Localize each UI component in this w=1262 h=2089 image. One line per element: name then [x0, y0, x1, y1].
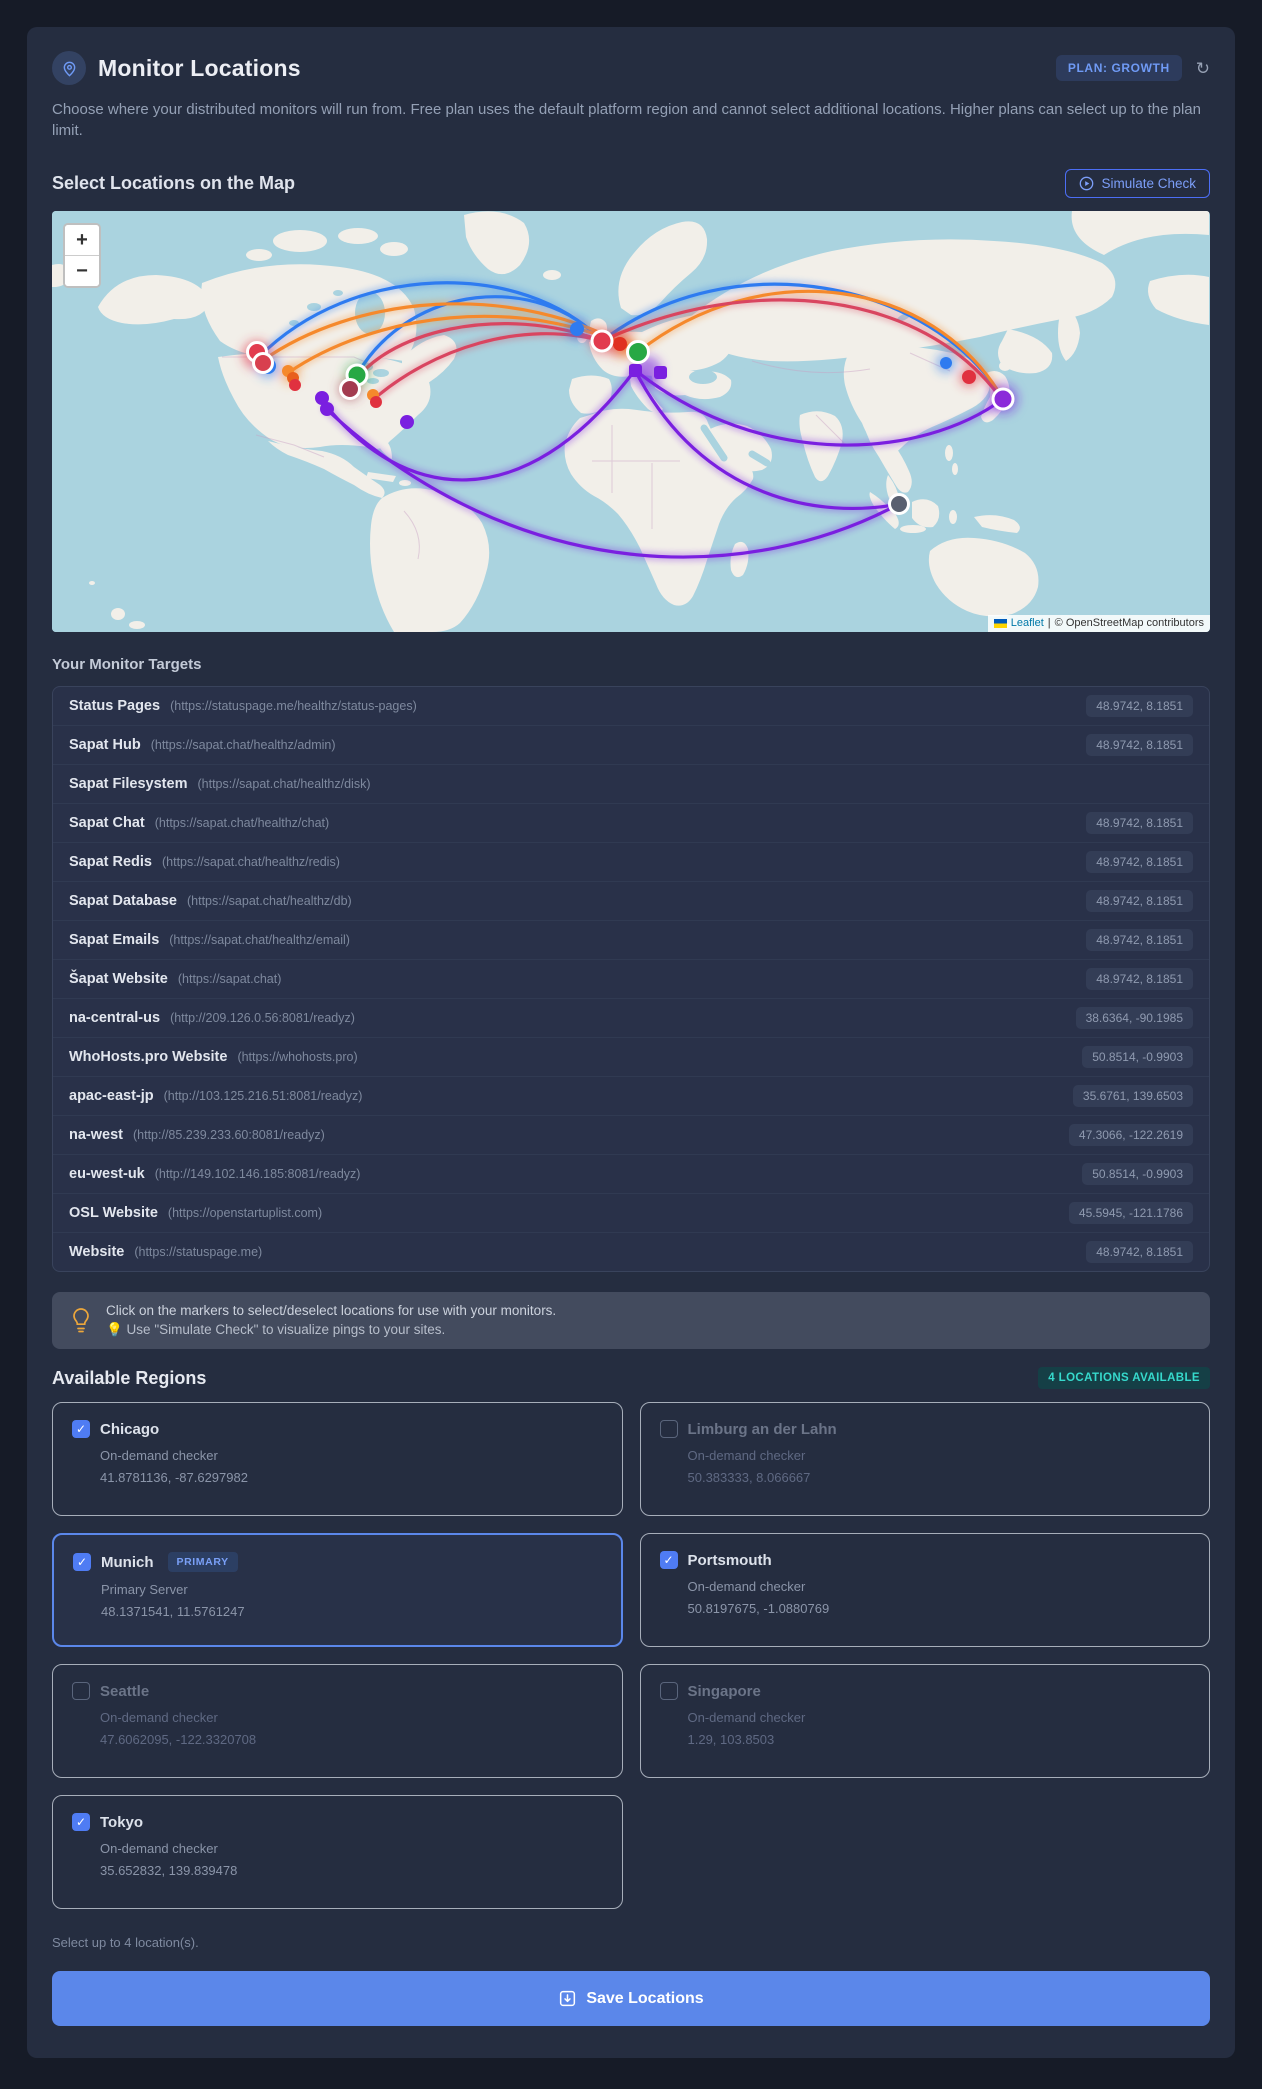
marker-seattle-2	[252, 352, 274, 374]
region-card-seattle[interactable]: Seattle On-demand checker 47.6062095, -1…	[52, 1664, 623, 1778]
map-zoom-control: + −	[63, 223, 101, 288]
region-card-singapore[interactable]: Singapore On-demand checker 1.29, 103.85…	[639, 1664, 1210, 1778]
table-row: apac-east-jp (http://103.125.216.51:8081/…	[53, 1077, 1209, 1116]
tip-box: Click on the markers to select/deselect …	[52, 1292, 1210, 1349]
coords-badge: 48.9742, 8.1851	[1086, 695, 1193, 717]
coords-badge: 48.9742, 8.1851	[1086, 890, 1193, 912]
zoom-in-button[interactable]: +	[65, 225, 99, 256]
coords-badge: 38.6364, -90.1985	[1075, 1007, 1193, 1029]
coords-badge: 48.9742, 8.1851	[1086, 929, 1193, 951]
table-row: Status Pages (https://statuspage.me/healt…	[53, 687, 1209, 726]
table-row: Sapat Hub (https://sapat.chat/healthz/adm…	[53, 726, 1209, 765]
selection-limit-note: Select up to 4 location(s).	[52, 1935, 199, 1950]
coords-badge: 48.9742, 8.1851	[1086, 734, 1193, 756]
region-card-munich[interactable]: ✓ Munich PRIMARY Primary Server 48.1371541…	[52, 1533, 623, 1647]
coords-badge: 50.8514, -0.9903	[1082, 1163, 1193, 1185]
coords-badge: 35.6761, 139.6503	[1072, 1085, 1193, 1107]
checkbox-singapore[interactable]	[659, 1682, 678, 1700]
zoom-out-button[interactable]: −	[65, 256, 99, 286]
checkbox-munich[interactable]: ✓	[73, 1553, 91, 1571]
region-card-chicago[interactable]: ✓ Chicago On-demand checker 41.8781136, -…	[52, 1402, 623, 1516]
table-row: Sapat Redis (https://sapat.chat/healthz/r…	[53, 843, 1209, 882]
coords-badge: 48.9742, 8.1851	[1086, 851, 1193, 873]
leaflet-map[interactable]: + − Leaflet | © OpenStreetMap contributo…	[52, 211, 1210, 632]
refresh-icon[interactable]: ↻	[1196, 60, 1210, 77]
ukraine-flag-icon	[993, 618, 1007, 628]
coords-badge: 47.3066, -122.2619	[1068, 1124, 1193, 1146]
save-icon	[558, 1989, 577, 2008]
table-row: Website (https://statuspage.me) 48.9742, 8…	[53, 1233, 1209, 1271]
leaflet-link[interactable]: Leaflet	[1011, 617, 1044, 629]
region-card-tokyo[interactable]: ✓ Tokyo On-demand checker 35.652832, 139.…	[52, 1795, 623, 1909]
table-row: Sapat Chat (https://sapat.chat/healthz/ch…	[53, 804, 1209, 843]
targets-title: Your Monitor Targets	[52, 656, 202, 673]
monitor-locations-panel: Monitor Locations PLAN: GROWTH ↻ Choose …	[27, 27, 1235, 2058]
checkbox-portsmouth[interactable]: ✓	[659, 1551, 678, 1569]
marker-tokyo	[991, 387, 1015, 411]
table-row: eu-west-uk (http://149.102.146.185:8081/r…	[53, 1155, 1209, 1194]
play-circle-icon	[1079, 176, 1094, 191]
page-description: Choose where your distributed monitors w…	[52, 101, 1201, 139]
table-row: Šapat Website (https://sapat.chat) 48.9742…	[53, 960, 1209, 999]
coords-badge: 48.9742, 8.1851	[1086, 812, 1193, 834]
checkbox-seattle[interactable]	[72, 1682, 90, 1700]
marker-singapore	[888, 493, 910, 515]
lightbulb-icon	[70, 1307, 92, 1335]
table-row: OSL Website (https://openstartuplist.com)…	[53, 1194, 1209, 1233]
marker-na-central	[339, 378, 361, 400]
regions-title: Available Regions	[52, 1367, 207, 1388]
osm-link[interactable]: © OpenStreetMap contributors	[1055, 617, 1204, 629]
region-card-limburg[interactable]: Limburg an der Lahn On-demand checker 50…	[639, 1402, 1210, 1516]
regions-grid: ✓ Chicago On-demand checker 41.8781136, -…	[52, 1402, 1210, 1909]
page-title: Monitor Locations	[98, 54, 301, 81]
plan-badge: PLAN: GROWTH	[1055, 55, 1182, 81]
checkbox-tokyo[interactable]: ✓	[72, 1813, 90, 1831]
tip-line-2: 💡 Use "Simulate Check" to visualize ping…	[106, 1322, 446, 1337]
region-card-portsmouth[interactable]: ✓ Portsmouth On-demand checker 50.8197675…	[639, 1533, 1210, 1647]
coords-badge: 45.5945, -121.1786	[1068, 1202, 1193, 1224]
map-attribution: Leaflet | © OpenStreetMap contributors	[987, 615, 1210, 632]
save-locations-button[interactable]: Save Locations	[52, 1971, 1210, 2026]
table-row: Sapat Database (https://sapat.chat/health…	[53, 882, 1209, 921]
table-row: na-central-us (http://209.126.0.56:8081/r…	[53, 999, 1209, 1038]
map-section-title: Select Locations on the Map	[52, 173, 296, 193]
coords-badge: 48.9742, 8.1851	[1086, 968, 1193, 990]
coords-badge: 50.8514, -0.9903	[1082, 1046, 1193, 1068]
header: Monitor Locations PLAN: GROWTH ↻	[52, 51, 1210, 85]
targets-list: Status Pages (https://statuspage.me/healt…	[52, 686, 1210, 1272]
marker-portsmouth	[590, 329, 614, 353]
locations-available-badge: 4 LOCATIONS AVAILABLE	[1038, 1367, 1210, 1389]
checkbox-limburg[interactable]	[659, 1420, 678, 1438]
table-row: na-west (http://85.239.233.60:8081/readyz…	[53, 1116, 1209, 1155]
table-row: WhoHosts.pro Website (https://whohosts.pr…	[53, 1038, 1209, 1077]
simulate-check-button[interactable]: Simulate Check	[1065, 169, 1210, 198]
table-row: Sapat Filesystem (https://sapat.chat/heal…	[53, 765, 1209, 804]
location-pin-icon	[52, 51, 86, 85]
tip-line-1: Click on the markers to select/deselect …	[106, 1303, 557, 1318]
marker-munich	[626, 340, 650, 364]
table-row: Sapat Emails (https://sapat.chat/healthz/…	[53, 921, 1209, 960]
checkbox-chicago[interactable]: ✓	[72, 1420, 90, 1438]
primary-badge: PRIMARY	[167, 1552, 238, 1572]
coords-badge: 48.9742, 8.1851	[1086, 1241, 1193, 1263]
